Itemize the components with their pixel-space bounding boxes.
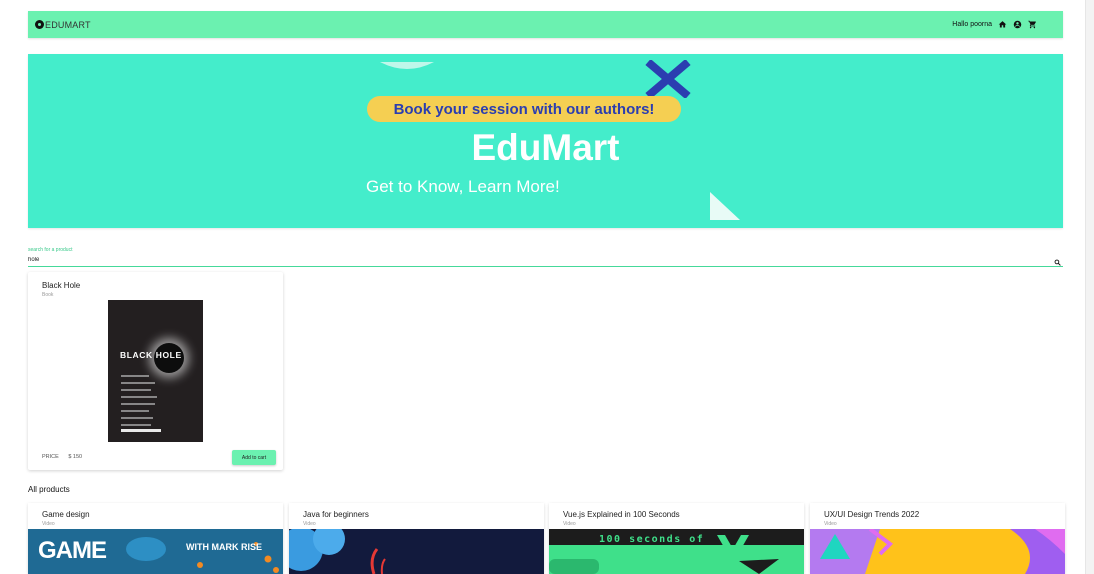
banner-x-shape	[645, 60, 691, 98]
price-value: $ 150	[68, 454, 83, 460]
banner-subtitle: Get to Know, Learn More!	[366, 177, 560, 196]
product-type: Book	[42, 292, 54, 298]
search-icon[interactable]	[1054, 253, 1061, 271]
banner-title: EduMart	[471, 127, 620, 168]
book-cover-text-lines	[121, 375, 181, 431]
book-cover-author	[121, 429, 161, 432]
product-search: search for a product	[28, 246, 1063, 268]
thumbnail-heading: 100 seconds of	[599, 534, 705, 545]
account-icon[interactable]	[1013, 20, 1022, 29]
search-input[interactable]	[28, 255, 1048, 265]
banner-triangle-shape	[710, 192, 740, 220]
brand-logo-icon	[35, 20, 44, 29]
product-card[interactable]: UX/UI Design Trends 2022 Video	[810, 503, 1065, 574]
product-type: Video	[42, 521, 55, 527]
thumbnail-author: WITH MARK RISE	[186, 542, 262, 552]
home-icon[interactable]	[998, 20, 1007, 29]
product-thumbnail[interactable]	[810, 529, 1065, 574]
banner-pill: Book your session with our authors!	[367, 96, 681, 122]
top-navbar: EDUMART Hallo poorna	[28, 11, 1063, 38]
add-to-cart-button[interactable]: Add to cart	[232, 450, 276, 465]
product-title[interactable]: Game design	[42, 510, 90, 519]
product-card[interactable]: Vue.js Explained in 100 Seconds Video 10…	[549, 503, 804, 574]
ux-thumbnail-art	[810, 529, 1065, 574]
price-row: PRICE $ 150	[42, 454, 82, 460]
product-type: Video	[563, 521, 576, 527]
book-cover-title: BLACK HOLE	[120, 350, 182, 360]
java-thumbnail-art	[289, 529, 544, 574]
product-thumbnail[interactable]	[289, 529, 544, 574]
navbar-actions: Hallo poorna	[952, 20, 1037, 29]
product-title[interactable]: Black Hole	[42, 281, 80, 290]
brand-name: EDUMART	[45, 19, 91, 30]
product-title[interactable]: UX/UI Design Trends 2022	[824, 510, 919, 519]
price-label: PRICE	[42, 454, 59, 460]
product-card-result[interactable]: Black Hole Book BLACK HOLE PRICE $ 150 A…	[28, 272, 283, 470]
product-title[interactable]: Vue.js Explained in 100 Seconds	[563, 510, 680, 519]
all-products-heading: All products	[28, 485, 70, 494]
page-scrollbar[interactable]	[1085, 0, 1094, 574]
cart-icon[interactable]	[1028, 20, 1037, 29]
user-greeting: Hallo poorna	[952, 21, 992, 28]
product-title[interactable]: Java for beginners	[303, 510, 369, 519]
product-thumbnail[interactable]: 100 seconds of	[549, 529, 804, 574]
book-cover-image[interactable]: BLACK HOLE	[108, 300, 203, 442]
product-type: Video	[824, 521, 837, 527]
product-thumbnail[interactable]: GAME WITH MARK RISE	[28, 529, 283, 574]
search-underline	[28, 266, 1063, 267]
brand[interactable]: EDUMART	[35, 20, 91, 30]
thumbnail-heading: GAME	[38, 537, 107, 564]
search-label: search for a product	[28, 247, 73, 253]
product-type: Video	[303, 521, 316, 527]
product-card[interactable]: Game design Video GAME WITH MARK RISE	[28, 503, 283, 574]
banner-arc-shape	[380, 62, 434, 69]
product-card[interactable]: Java for beginners Video	[289, 503, 544, 574]
hero-banner: Book your session with our authors! EduM…	[28, 54, 1063, 228]
